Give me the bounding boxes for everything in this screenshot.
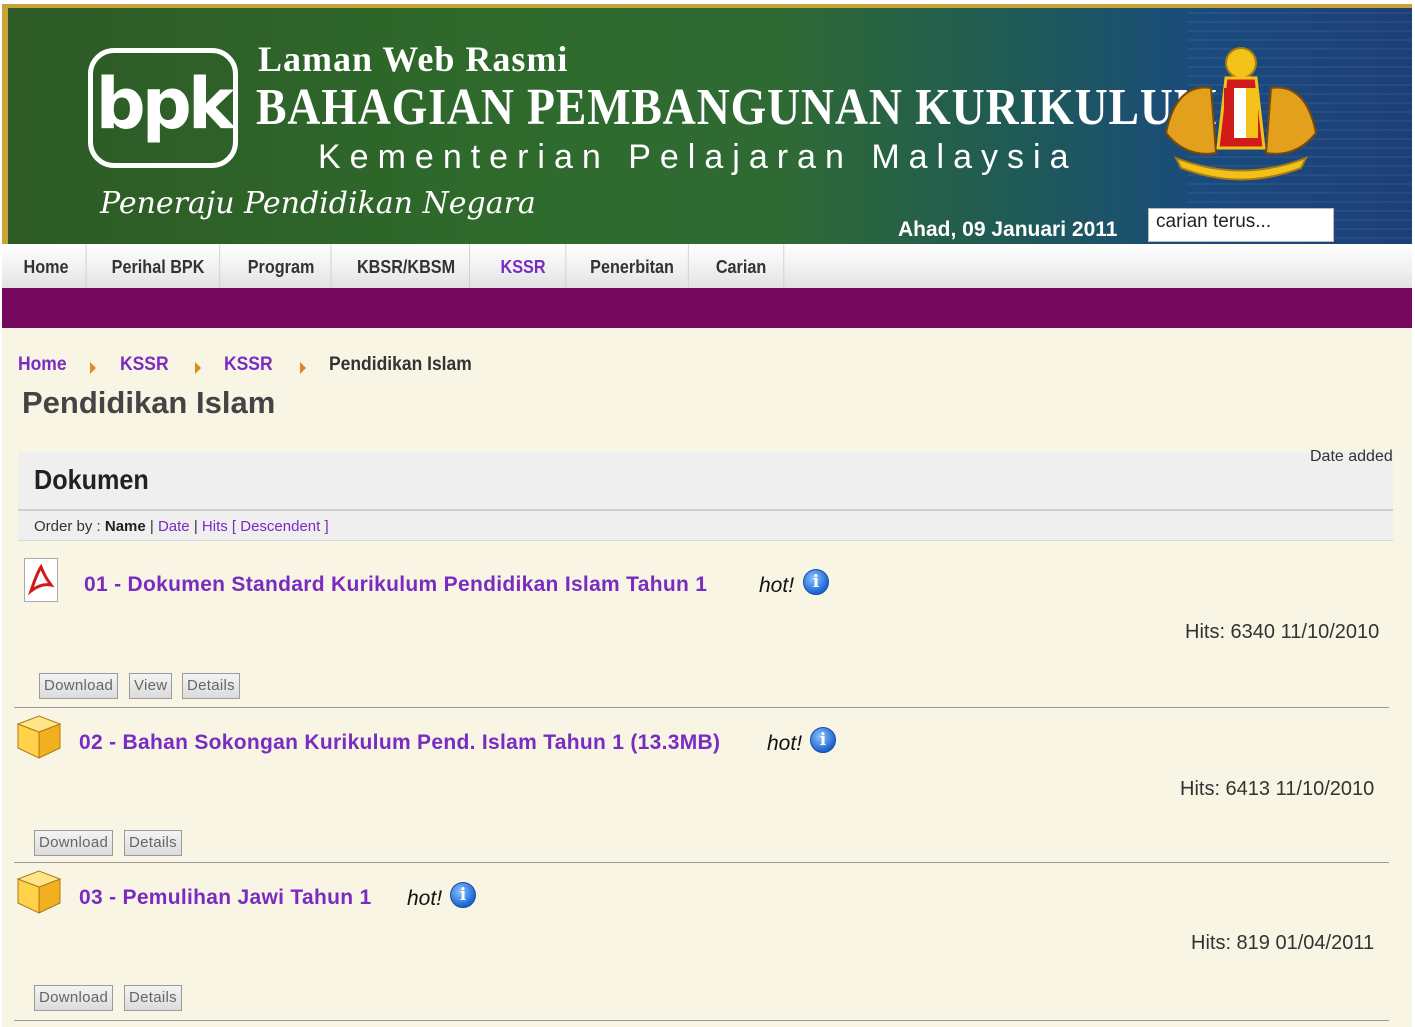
breadcrumb-home[interactable]: Home [18,354,67,376]
info-icon[interactable]: i [810,727,836,753]
nav-item-kssr[interactable]: KSSR [481,244,567,288]
details-button[interactable]: Details [124,985,182,1011]
nav-item-home[interactable]: Home [6,244,87,288]
nav-item-penerbitan[interactable]: Penerbitan [576,244,689,288]
download-button[interactable]: Download [34,830,114,856]
page-title: Pendidikan Islam [22,385,276,420]
site-header: bpk Laman Web Rasmi BAHAGIAN PEMBANGUNAN… [2,4,1412,244]
document-hits: Hits: 6340 11/10/2010 [1185,621,1380,643]
document-divider [14,707,1389,708]
info-icon[interactable]: i [803,569,829,595]
breadcrumb-arrow-icon [90,362,96,374]
hot-label: hot! [759,574,795,597]
order-sep: | [193,518,198,535]
document-divider [14,862,1389,863]
category-title: Dokumen [34,464,149,495]
hot-label: hot! [407,887,443,910]
document-title-link[interactable]: 03 - Pemulihan Jawi Tahun 1 [79,886,371,910]
bpk-logo[interactable]: bpk [88,48,238,168]
subnav-bar [2,288,1412,328]
order-by-hits-link[interactable]: Hits [202,518,228,535]
breadcrumb-kssr[interactable]: KSSR [120,354,169,376]
site-slogan: Peneraju Pendidikan Negara [100,186,536,221]
pdf-icon [24,558,58,602]
document-hits: Hits: 6413 11/10/2010 [1180,778,1375,800]
site-pre-title: Laman Web Rasmi [258,39,569,79]
view-button[interactable]: View [129,673,173,699]
order-direction-link[interactable]: [ Descendent ] [232,518,329,535]
current-date: Ahad, 09 Januari 2011 [898,218,1118,241]
site-subtitle: Kementerian Pelajaran Malaysia [318,138,1078,176]
site-title: BAHAGIAN PEMBANGUNAN KURIKULUM [256,79,1218,136]
nav-item-program[interactable]: Program [232,244,332,288]
order-by-label: Order by : [34,518,101,535]
breadcrumb-current: Pendidikan Islam [329,354,472,375]
package-icon [16,870,62,914]
malaysia-crest-icon [1164,47,1318,181]
breadcrumb-arrow-icon [195,362,201,374]
order-by-date-link[interactable]: Date [158,518,190,535]
document-title-link[interactable]: 02 - Bahan Sokongan Kurikulum Pend. Isla… [79,731,720,755]
document-hits: Hits: 819 01/04/2011 [1191,932,1375,954]
nav-item-kbsr-kbsm[interactable]: KBSR/KBSM [343,244,470,288]
nav-item-carian[interactable]: Carian [699,244,785,288]
document-title-link[interactable]: 01 - Dokumen Standard Kurikulum Pendidik… [84,573,707,597]
date-added-label: Date added [1310,448,1393,465]
search-input[interactable]: carian terus... [1148,208,1334,242]
nav-item-perihal-bpk[interactable]: Perihal BPK [97,244,221,288]
main-nav: Home Perihal BPK Program KBSR/KBSM KSSR … [2,244,1412,289]
download-button[interactable]: Download [39,673,119,699]
category-divider [18,509,1393,511]
order-sep: | [149,518,154,535]
hot-label: hot! [767,732,803,755]
breadcrumb-arrow-icon [300,362,306,374]
document-divider [14,1020,1389,1021]
download-button[interactable]: Download [34,985,114,1011]
order-by-row: Order by : Name | Date | Hits [ Descende… [34,518,329,535]
breadcrumb-kssr-sub[interactable]: KSSR [224,354,273,376]
info-icon[interactable]: i [450,882,476,908]
details-button[interactable]: Details [182,673,240,699]
package-icon [16,715,62,759]
details-button[interactable]: Details [124,830,182,856]
order-by-name: Name [104,518,146,535]
